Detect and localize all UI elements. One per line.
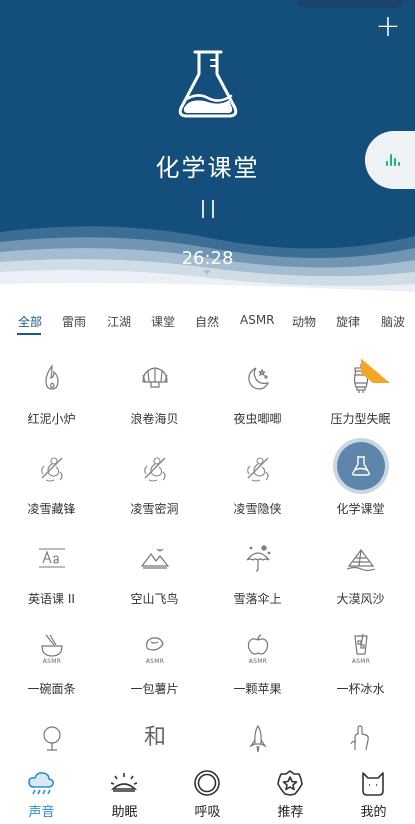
sound-label: 夜虫唧唧 — [233, 412, 282, 426]
tab-all[interactable]: 全部 — [18, 313, 42, 330]
sunrise-icon — [110, 773, 138, 792]
sound-item[interactable]: ASMR 一碗面条 — [0, 620, 103, 710]
flask-icon — [337, 442, 385, 490]
sound-label: 英语课 II — [28, 592, 75, 606]
tab-thunderstorm[interactable]: 雷雨 — [62, 313, 86, 330]
active-tab-indicator — [17, 333, 41, 335]
nav-sounds[interactable]: 声音 — [0, 764, 83, 824]
bottom-navigation: 声音 助眠 呼吸 推荐 我的 — [0, 764, 415, 824]
apple-icon: ASMR — [242, 632, 274, 665]
rain-cloud-icon — [28, 772, 54, 795]
cat-icon — [362, 772, 384, 796]
sound-item[interactable]: 英语课 II — [0, 530, 103, 620]
sound-label: 一颗苹果 — [233, 682, 282, 696]
sound-label: 凌雪藏锋 — [27, 502, 76, 516]
sleep-timer[interactable]: 26:28 — [0, 248, 415, 269]
rocket-icon — [242, 722, 274, 754]
nav-label: 呼吸 — [194, 805, 221, 820]
flame-icon — [36, 362, 68, 394]
add-button[interactable]: + — [375, 12, 401, 42]
swordsman-icon — [36, 452, 68, 484]
sound-item[interactable]: 大漠风沙 — [309, 530, 412, 620]
nav-sleep[interactable]: 助眠 — [83, 764, 166, 824]
category-tabs: 全部 雷雨 江湖 课堂 自然 ASMR 动物 旋律 脑波 — [0, 300, 415, 344]
sound-label: 空山飞鸟 — [130, 592, 179, 606]
timer-dropdown-icon — [203, 270, 211, 275]
sound-wave-icon — [386, 154, 400, 166]
swordsman-icon — [242, 452, 274, 484]
nav-label: 助眠 — [111, 805, 138, 820]
top-pill — [296, 0, 404, 8]
voice-assistant-button[interactable] — [365, 131, 415, 189]
tab-animals[interactable]: 动物 — [292, 313, 316, 330]
current-sound-title: 化学课堂 — [155, 154, 260, 182]
sound-grid: 红泥小炉 浪卷海贝 夜虫唧唧 推荐 压力型失眠 凌雪藏锋 凌雪密洞 凌雪隐侠 化… — [0, 350, 415, 765]
nav-label: 声音 — [28, 805, 55, 820]
sound-item[interactable] — [0, 710, 103, 765]
sound-label: 化学课堂 — [336, 502, 385, 516]
now-playing-header: + 化学课堂 26:28 — [0, 0, 415, 300]
pyramid-icon — [345, 542, 377, 574]
mountain-bird-icon — [139, 542, 171, 574]
moon-stars-icon — [242, 362, 274, 394]
flask-icon — [178, 50, 238, 118]
nav-profile[interactable]: 我的 — [332, 764, 415, 824]
nav-label: 推荐 — [277, 805, 304, 820]
sound-item[interactable]: 推荐 压力型失眠 — [309, 350, 412, 440]
sound-label: 一包薯片 — [130, 682, 179, 696]
sound-label: 大漠风沙 — [336, 592, 385, 606]
nav-label: 我的 — [360, 805, 387, 820]
sound-item[interactable]: 红泥小炉 — [0, 350, 103, 440]
sound-item[interactable]: 空山飞鸟 — [103, 530, 206, 620]
tab-classroom[interactable]: 课堂 — [151, 313, 175, 330]
noodle-bowl-icon: ASMR — [36, 632, 68, 665]
text-aa-icon — [36, 542, 68, 574]
sound-item[interactable]: ASMR 一颗苹果 — [206, 620, 309, 710]
sound-label: 凌雪密洞 — [130, 502, 179, 516]
tab-jianghu[interactable]: 江湖 — [107, 313, 131, 330]
pause-button[interactable] — [197, 198, 219, 220]
sound-label: 红泥小炉 — [27, 412, 76, 426]
kanji-he-icon: 和 — [143, 725, 166, 750]
sound-item[interactable]: ASMR 一包薯片 — [103, 620, 206, 710]
swordsman-icon — [139, 452, 171, 484]
sound-item[interactable]: 凌雪密洞 — [103, 440, 206, 530]
sound-label: 一杯冰水 — [336, 682, 385, 696]
sound-label: 凌雪隐侠 — [233, 502, 282, 516]
mirror-icon — [36, 722, 68, 754]
star-badge-icon — [277, 770, 303, 796]
chips-icon: ASMR — [139, 632, 171, 665]
seashell-icon — [139, 362, 171, 394]
sound-item[interactable]: 凌雪隐侠 — [206, 440, 309, 530]
umbrella-snow-icon — [242, 542, 274, 574]
tab-asmr[interactable]: ASMR — [240, 313, 275, 327]
sound-item[interactable]: 浪卷海贝 — [103, 350, 206, 440]
sound-item[interactable]: ASMR 一杯冰水 — [309, 620, 412, 710]
sound-item[interactable] — [309, 710, 412, 765]
tab-brainwave[interactable]: 脑波 — [381, 313, 405, 330]
nav-breathing[interactable]: 呼吸 — [166, 764, 249, 824]
tab-nature[interactable]: 自然 — [195, 313, 219, 330]
ice-water-icon: ASMR — [345, 632, 377, 665]
sound-item[interactable] — [206, 710, 309, 765]
sound-item-selected[interactable]: 化学课堂 — [309, 440, 412, 530]
sound-item[interactable]: 凌雪藏锋 — [0, 440, 103, 530]
sound-label: 雪落伞上 — [233, 592, 282, 606]
sound-label: 一碗面条 — [27, 682, 76, 696]
nav-recommended[interactable]: 推荐 — [249, 764, 332, 824]
sound-label: 压力型失眠 — [330, 412, 391, 426]
recommended-badge: 推荐 — [361, 353, 395, 383]
breath-circle-icon — [194, 770, 220, 796]
hand-icon — [345, 722, 377, 754]
sound-label: 浪卷海贝 — [130, 412, 179, 426]
sound-item[interactable]: 雪落伞上 — [206, 530, 309, 620]
tab-melody[interactable]: 旋律 — [336, 313, 360, 330]
sound-item[interactable]: 夜虫唧唧 — [206, 350, 309, 440]
sound-item[interactable]: 和 — [103, 710, 206, 765]
